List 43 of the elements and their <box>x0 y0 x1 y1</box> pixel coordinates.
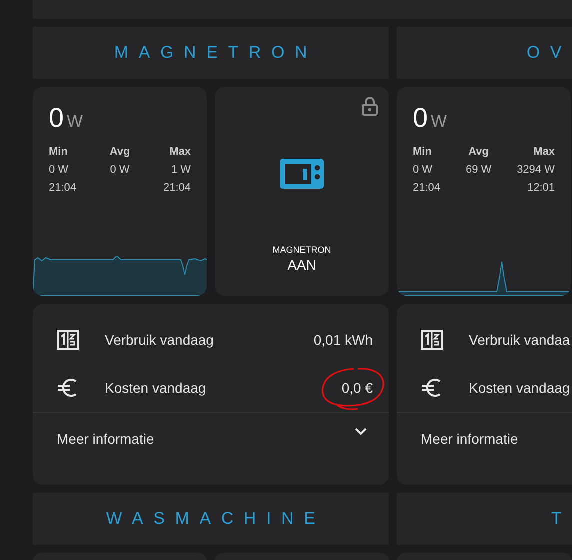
power-value: 0 <box>49 103 64 134</box>
section-title: OV <box>526 43 572 63</box>
stat-label: Avg <box>110 146 130 158</box>
sensor-card[interactable]: 0 W Min 0 W 21:04 Avg 69 W Max 3294 W 12:01 <box>397 87 571 296</box>
switch-state: AAN <box>288 257 316 273</box>
row-label: Verbruik vandaa <box>469 332 570 348</box>
power-value: 0 <box>413 103 428 134</box>
power-unit: W <box>431 112 448 132</box>
stat-value: 3294 W <box>517 164 555 176</box>
stat-label: Max <box>534 146 555 158</box>
section-title: WASMACHINE <box>105 509 326 529</box>
stat-label: Max <box>170 146 191 158</box>
stat-value: 0 W <box>49 164 70 176</box>
euro-icon <box>421 378 443 398</box>
row-label: Kosten vandaag <box>105 380 206 396</box>
stat-value: 1 W <box>171 164 191 176</box>
stat-time: 21:04 <box>413 182 441 194</box>
stat-value: 0 W <box>110 164 130 176</box>
section-title: T <box>551 509 572 529</box>
more-info-row[interactable]: Meer informatie <box>33 412 389 485</box>
row-label: Kosten vandaag <box>469 380 570 396</box>
counter-icon <box>57 330 79 350</box>
stat-time: 21:04 <box>163 182 191 194</box>
row-label: Verbruik vandaag <box>105 332 214 348</box>
stat-time: 21:04 <box>49 182 77 194</box>
power-unit: W <box>67 112 84 132</box>
stat-label: Min <box>49 146 69 158</box>
switch-card[interactable]: MAGNETRON AAN <box>215 87 389 296</box>
stat-value: 0 W <box>413 164 434 176</box>
more-info-label: Meer informatie <box>421 431 518 447</box>
stat-time: 12:01 <box>527 182 555 194</box>
section-title: MAGNETRON <box>113 43 318 63</box>
row-value: 0,0 € <box>342 380 373 396</box>
more-info-label: Meer informatie <box>57 431 154 447</box>
sensor-card[interactable]: 0 W Min 0 W 21:04 Avg 0 W Max 1 W 21:04 <box>33 87 207 296</box>
stat-label: Avg <box>468 146 489 158</box>
switch-name: MAGNETRON <box>272 245 332 255</box>
euro-icon <box>57 378 79 398</box>
stat-label: Min <box>413 146 433 158</box>
row-value: 0,01 kWh <box>314 332 373 348</box>
counter-icon <box>421 330 443 350</box>
stat-value: 69 W <box>466 164 492 176</box>
more-info-row[interactable]: Meer informatie <box>397 412 572 485</box>
